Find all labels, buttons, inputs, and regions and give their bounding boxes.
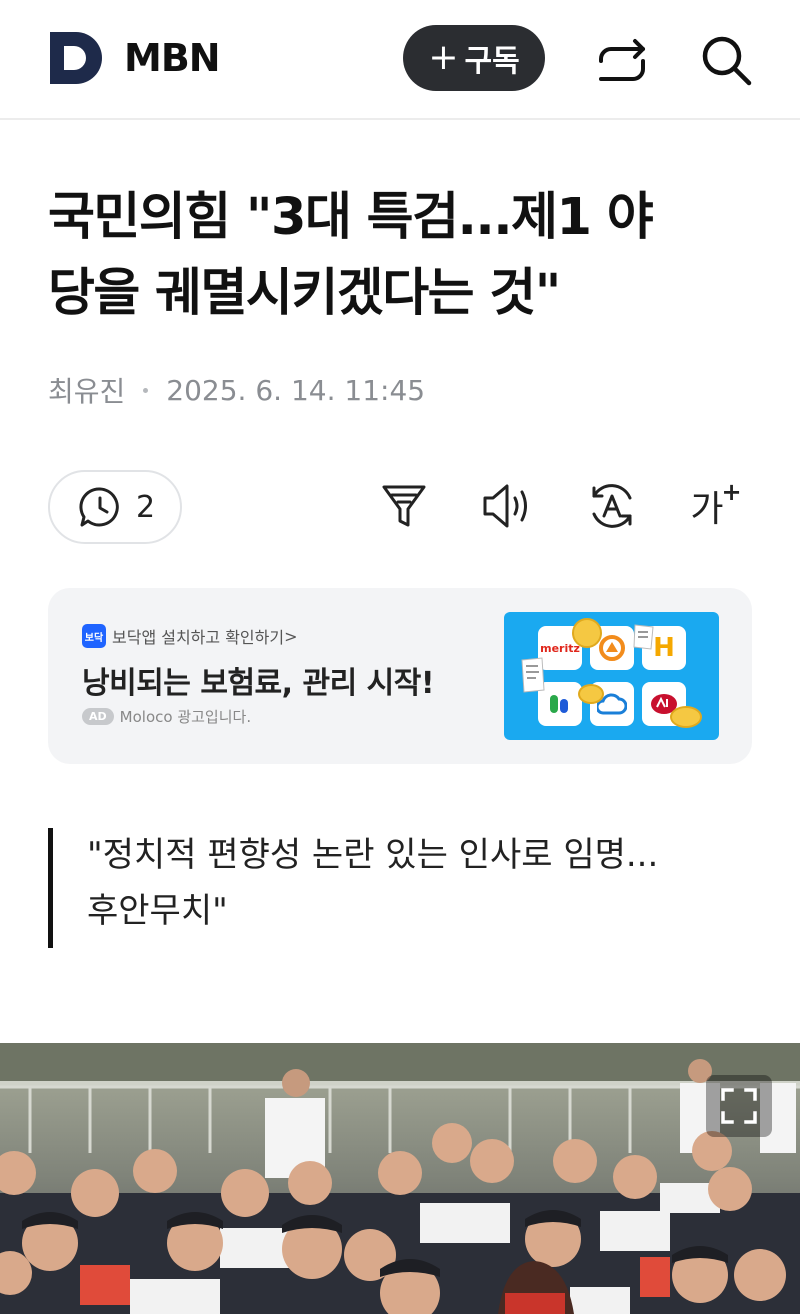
ad-source-text: 보닥앱 설치하고 확인하기 [112, 628, 285, 647]
font-size-label: 가 [690, 489, 724, 530]
receipt-icon [521, 657, 545, 693]
comment-icon [79, 487, 119, 527]
coin-icon [670, 706, 702, 728]
ad-banner[interactable]: 보닥 보닥앱 설치하고 확인하기 > 낭비되는 보험료, 관리 시작! AD M… [48, 588, 752, 764]
author-name[interactable]: 최유진 [48, 370, 125, 410]
font-size-button[interactable]: 가 + [688, 478, 744, 534]
font-plus-icon: + [721, 478, 742, 506]
subheading-line1: "정치적 편향성 논란 있는 인사로 임명... [87, 835, 659, 875]
coin-icon [578, 684, 604, 704]
subscribe-label: 구독 [464, 44, 520, 79]
separator-dot [143, 387, 149, 393]
protest-photo-illustration [0, 1043, 800, 1314]
share-icon[interactable] [594, 32, 650, 88]
comment-count: 2 [136, 489, 156, 525]
ad-advertiser: Moloco 광고입니다. [119, 708, 252, 726]
ad-footer: AD Moloco 광고입니다. [82, 706, 251, 727]
chevron-right-icon: > [284, 626, 298, 646]
receipt-icon [633, 624, 654, 650]
article-photo[interactable] [0, 1043, 800, 1314]
article-title-line2: 당을 궤멸시키겠다는 것" [48, 264, 561, 323]
speaker-icon[interactable] [480, 478, 536, 534]
plus-icon: + [428, 37, 459, 78]
translate-icon[interactable] [584, 478, 640, 534]
summary-filter-icon[interactable] [376, 478, 432, 534]
article-title: 국민의힘 "3대 특검...제1 야 당을 궤멸시키겠다는 것" [48, 180, 748, 332]
subscribe-button[interactable]: + 구독 [403, 25, 545, 91]
fullscreen-icon[interactable] [706, 1075, 772, 1137]
coin-icon [572, 618, 602, 648]
article-subheading: "정치적 편향성 논란 있는 인사로 임명... 후안무치" [48, 828, 768, 948]
brand-name: MBN [124, 36, 221, 80]
ad-badge: AD [82, 708, 114, 725]
app-header: MBN + 구독 [0, 0, 800, 120]
ad-source[interactable]: 보닥 보닥앱 설치하고 확인하기 > [82, 624, 298, 648]
publish-date: 2025. 6. 14. 11:45 [166, 373, 426, 407]
ad-image[interactable]: meritz H [504, 612, 719, 740]
mbn-logo-mark [50, 32, 102, 84]
subheading-line2: 후안무치" [87, 891, 228, 931]
bodak-app-icon: 보닥 [82, 624, 106, 648]
search-icon[interactable] [698, 32, 754, 88]
ad-headline: 낭비되는 보험료, 관리 시작! [82, 666, 435, 701]
mbn-logo[interactable]: MBN [48, 30, 221, 86]
article-meta: 최유진 2025. 6. 14. 11:45 [48, 370, 425, 410]
article-title-line1: 국민의힘 "3대 특검...제1 야 [48, 188, 654, 247]
comment-button[interactable]: 2 [48, 470, 182, 544]
